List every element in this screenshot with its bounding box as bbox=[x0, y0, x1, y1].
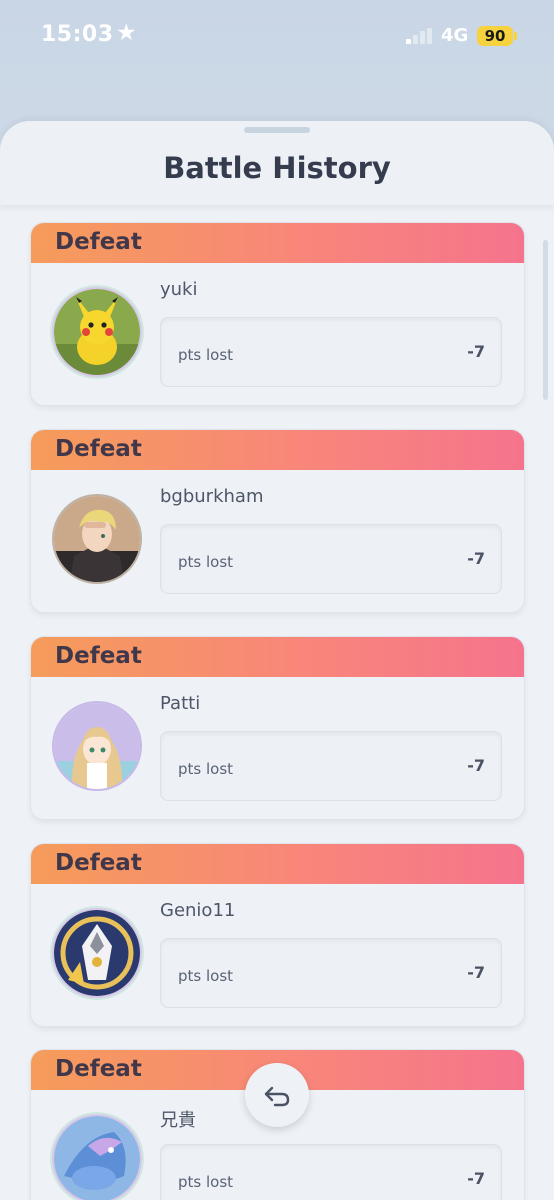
opponent-name: Genio11 bbox=[160, 900, 236, 921]
points-panel: pts lost -7 bbox=[160, 938, 502, 1008]
result-banner: Defeat bbox=[31, 430, 524, 470]
points-panel: pts lost -7 bbox=[160, 524, 502, 594]
opponent-name: bgburkham bbox=[160, 486, 264, 507]
battery-icon: 90 bbox=[477, 26, 513, 46]
avatar bbox=[52, 494, 142, 584]
result-label: Defeat bbox=[55, 1056, 142, 1082]
result-label: Defeat bbox=[55, 850, 142, 876]
star-icon: ★ bbox=[116, 20, 137, 46]
arceus-avatar-icon bbox=[54, 910, 140, 996]
points-panel: pts lost -7 bbox=[160, 731, 502, 801]
points-panel: pts lost -7 bbox=[160, 1144, 502, 1200]
result-banner: Defeat bbox=[31, 844, 524, 884]
scrollbar[interactable] bbox=[543, 240, 548, 400]
page-title: Battle History bbox=[163, 151, 391, 185]
points-label: pts lost bbox=[178, 760, 234, 778]
return-arrow-icon bbox=[264, 1086, 290, 1107]
result-label: Defeat bbox=[55, 229, 142, 255]
avatar bbox=[52, 287, 142, 377]
signal-icon bbox=[406, 28, 434, 44]
points-label: pts lost bbox=[178, 346, 234, 364]
status-time: 15:03 bbox=[41, 22, 114, 47]
network-type: 4G bbox=[441, 25, 469, 46]
points-label: pts lost bbox=[178, 967, 234, 985]
drag-handle[interactable] bbox=[244, 127, 310, 133]
result-banner: Defeat bbox=[31, 223, 524, 263]
result-banner: Defeat bbox=[31, 637, 524, 677]
battle-card[interactable]: Defeat bgburkham pts lost -7 bbox=[30, 429, 525, 613]
pikachu-avatar-icon bbox=[54, 289, 140, 375]
result-label: Defeat bbox=[55, 436, 142, 462]
points-value: -7 bbox=[467, 963, 485, 982]
battle-card[interactable]: Defeat Genio11 pts lost -7 bbox=[30, 843, 525, 1027]
points-label: pts lost bbox=[178, 1173, 234, 1191]
points-label: pts lost bbox=[178, 553, 234, 571]
points-value: -7 bbox=[467, 342, 485, 361]
status-bar: 15:03 ★ 4G 90 bbox=[0, 0, 554, 80]
points-value: -7 bbox=[467, 549, 485, 568]
points-value: -7 bbox=[467, 1169, 485, 1188]
points-panel: pts lost -7 bbox=[160, 317, 502, 387]
trainer-avatar-icon bbox=[54, 703, 140, 789]
trainer-avatar-icon bbox=[54, 496, 140, 582]
points-value: -7 bbox=[467, 756, 485, 775]
avatar bbox=[52, 1114, 142, 1200]
opponent-name: 兄貴 bbox=[160, 1110, 196, 1131]
opponent-name: Patti bbox=[160, 693, 201, 714]
battle-history-sheet: Battle History Defeat yuki pts lost -7 D… bbox=[0, 121, 554, 1200]
avatar bbox=[52, 908, 142, 998]
result-label: Defeat bbox=[55, 643, 142, 669]
battle-card[interactable]: Defeat yuki pts lost -7 bbox=[30, 222, 525, 406]
avatar bbox=[52, 701, 142, 791]
battery-tip bbox=[514, 32, 517, 40]
opponent-name: yuki bbox=[160, 279, 198, 300]
battle-card[interactable]: Defeat Patti pts lost -7 bbox=[30, 636, 525, 820]
suicune-avatar-icon bbox=[54, 1116, 140, 1200]
back-button[interactable] bbox=[245, 1063, 309, 1127]
sheet-header: Battle History bbox=[0, 121, 554, 206]
